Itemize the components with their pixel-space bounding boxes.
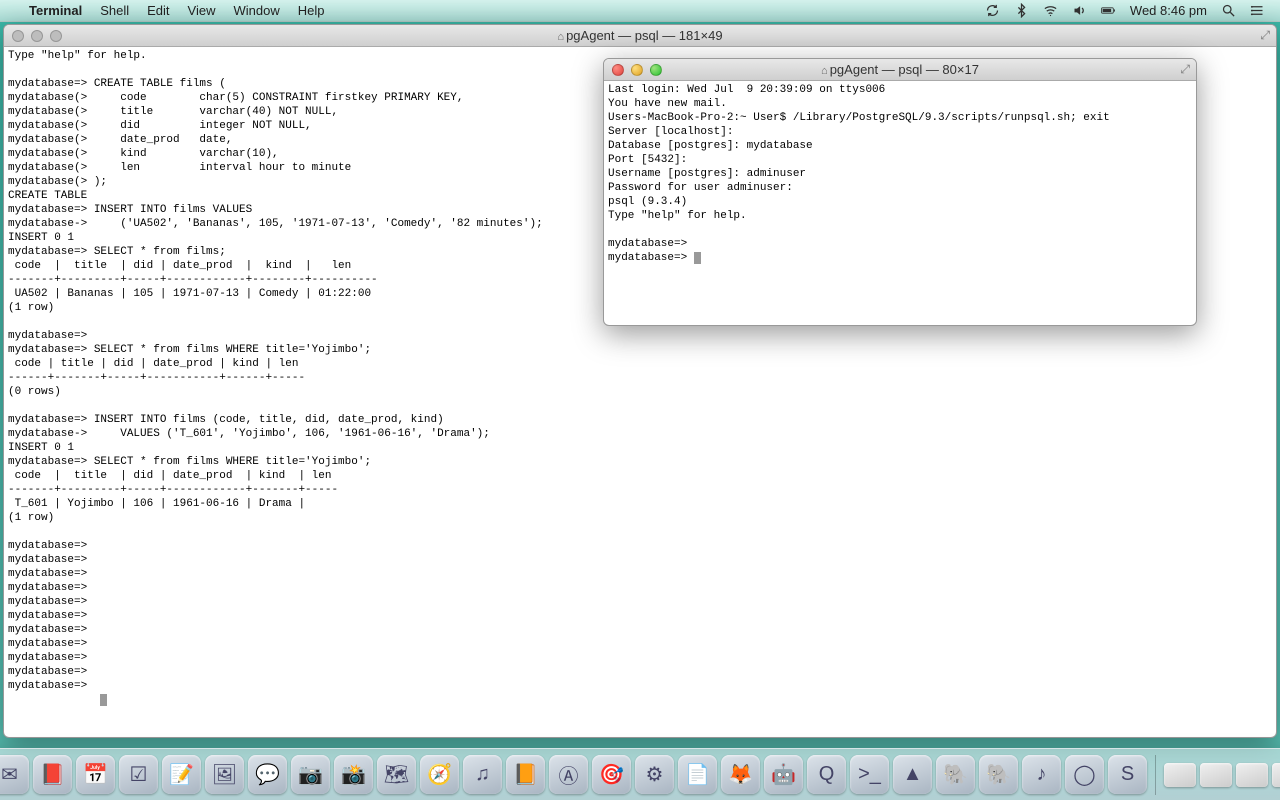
cursor [694,252,701,264]
close-button[interactable] [612,64,624,76]
dock-app-postgres[interactable]: 🐘 [936,755,975,794]
zoom-button[interactable] [50,30,62,42]
close-button[interactable] [12,30,24,42]
battery-icon[interactable] [1094,3,1123,18]
dock-app-firefox[interactable]: 🦊 [721,755,760,794]
dock-app-calendar[interactable]: 📅 [76,755,115,794]
dock-app-itunes[interactable]: ♫ [463,755,502,794]
cursor [100,694,107,706]
dock-app-messages[interactable]: 💬 [248,755,287,794]
dock-app-terminal[interactable]: >_ [850,755,889,794]
terminal-content-front[interactable]: Last login: Wed Jul 9 20:39:09 on ttys00… [604,81,1196,267]
menubar-view[interactable]: View [179,3,225,18]
minimize-button[interactable] [31,30,43,42]
proxy-icon: ⌂ [557,31,564,43]
fullscreen-icon[interactable]: ⤢ [1260,28,1270,43]
dock-app-safari[interactable]: 🧭 [420,755,459,794]
menubar-window[interactable]: Window [225,3,289,18]
dock-app-automator[interactable]: 🤖 [764,755,803,794]
dock-app-spotify[interactable]: ♪ [1022,755,1061,794]
dock-minimized-win3[interactable] [1236,763,1268,787]
bluetooth-icon[interactable] [1007,3,1036,18]
window-title-back: pgAgent — psql — 181×49 [566,28,722,43]
titlebar-back[interactable]: ⌂pgAgent — psql — 181×49 ⤢ [4,25,1276,47]
dock-app-notes[interactable]: 📝 [162,755,201,794]
sync-icon[interactable] [978,3,1007,18]
dock-app-facetime[interactable]: 📷 [291,755,330,794]
dock-app-preview[interactable]: 🖼 [205,755,244,794]
menubar: Terminal Shell Edit View Window Help Wed… [0,0,1280,22]
dock-minimized-win2[interactable] [1200,763,1232,787]
dock-app-ibooks[interactable]: 📙 [506,755,545,794]
dock-app-appstore[interactable]: Ⓐ [549,755,588,794]
menubar-app-name[interactable]: Terminal [20,3,91,18]
dock-app-maps[interactable]: 🗺 [377,755,416,794]
zoom-button[interactable] [650,64,662,76]
dock-app-mail[interactable]: ✉ [0,755,29,794]
dock-separator [1155,755,1156,795]
dock-app-pgadmin[interactable]: 🐘 [979,755,1018,794]
proxy-icon: ⌂ [821,65,828,77]
menubar-clock[interactable]: Wed 8:46 pm [1123,3,1214,18]
terminal-window-front[interactable]: ⌂pgAgent — psql — 80×17 ⤢ Last login: We… [603,58,1197,326]
dock-app-pages[interactable]: 📄 [678,755,717,794]
minimize-button[interactable] [631,64,643,76]
dock-app-steam[interactable]: ◯ [1065,755,1104,794]
dock-app-systemprefs[interactable]: ⚙ [635,755,674,794]
titlebar-front[interactable]: ⌂pgAgent — psql — 80×17 ⤢ [604,59,1196,81]
fullscreen-icon[interactable]: ⤢ [1180,62,1190,77]
spotlight-icon[interactable] [1214,3,1243,18]
dock-minimized-win1[interactable] [1164,763,1196,787]
dock-minimized-win4[interactable] [1272,763,1280,787]
dock-app-vlc[interactable]: ▲ [893,755,932,794]
notification-center-icon[interactable] [1243,3,1272,18]
wifi-icon[interactable] [1036,3,1065,18]
dock[interactable]: 😃◉🚀✉📕📅☑📝🖼💬📷📸🗺🧭♫📙Ⓐ🎯⚙📄🦊🤖Q>_▲🐘🐘♪◯S🗑 [0,748,1280,800]
menubar-help[interactable]: Help [289,3,334,18]
dock-app-quicktime[interactable]: Q [807,755,846,794]
dock-app-gamecenter[interactable]: 🎯 [592,755,631,794]
menubar-shell[interactable]: Shell [91,3,138,18]
dock-app-skype[interactable]: S [1108,755,1147,794]
dock-app-contacts[interactable]: 📕 [33,755,72,794]
dock-area: 😃◉🚀✉📕📅☑📝🖼💬📷📸🗺🧭♫📙Ⓐ🎯⚙📄🦊🤖Q>_▲🐘🐘♪◯S🗑 [0,748,1280,800]
volume-icon[interactable] [1065,3,1094,18]
menubar-edit[interactable]: Edit [138,3,178,18]
window-title-front: pgAgent — psql — 80×17 [830,62,979,77]
dock-app-reminders[interactable]: ☑ [119,755,158,794]
dock-app-photobooth[interactable]: 📸 [334,755,373,794]
